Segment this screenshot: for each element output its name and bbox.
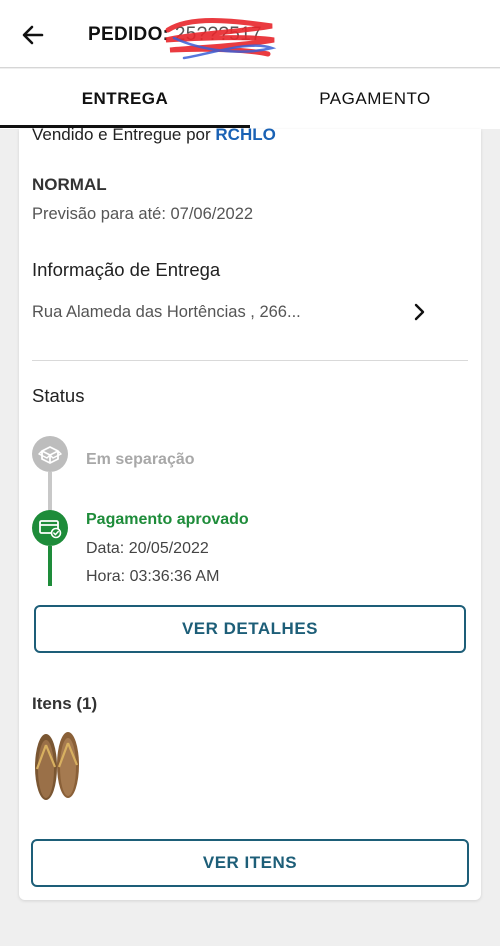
delivery-info-title: Informação de Entrega	[32, 259, 221, 280]
app-bar: PEDIDO: 25???517	[0, 0, 500, 68]
shipping-forecast: Previsão para até: 07/06/2022	[32, 205, 254, 223]
status-step-separation	[32, 436, 68, 472]
status-connector	[48, 472, 52, 512]
flip-flop-sandals-image[interactable]	[27, 729, 87, 804]
box-icon	[38, 446, 62, 464]
redaction-scribble	[165, 18, 277, 60]
delivery-address-row[interactable]: Rua Alameda das Hortências , 266...	[32, 297, 432, 327]
back-button[interactable]	[18, 20, 48, 50]
arrow-left-icon	[22, 25, 44, 45]
chevron-right-icon	[414, 303, 425, 321]
tab-pagamento[interactable]: PAGAMENTO	[250, 69, 500, 129]
status-connector-active	[48, 546, 52, 586]
items-title: Itens (1)	[32, 694, 98, 713]
order-label: PEDIDO:	[88, 24, 170, 45]
sold-by-line: Vendido e Entregue por RCHLO	[32, 125, 276, 145]
view-details-button[interactable]: VER DETALHES	[34, 605, 466, 653]
status-step-label: Em separação	[86, 451, 195, 468]
divider	[32, 360, 468, 361]
tab-entrega[interactable]: ENTREGA	[0, 69, 250, 129]
card-check-icon	[39, 520, 62, 539]
tab-bar: ENTREGA PAGAMENTO	[0, 69, 500, 129]
shipping-type: NORMAL	[32, 175, 107, 194]
seller-name: RCHLO	[215, 125, 276, 144]
status-step-label: Pagamento aprovado	[86, 511, 249, 528]
status-step-date: Data: 20/05/2022	[86, 540, 209, 557]
status-step-time: Hora: 03:36:36 AM	[86, 568, 220, 585]
status-title: Status	[32, 385, 85, 406]
delivery-card: Vendido e Entregue por RCHLO NORMAL Prev…	[19, 125, 481, 900]
view-items-button[interactable]: VER ITENS	[31, 839, 469, 887]
delivery-address: Rua Alameda das Hortências , 266...	[32, 303, 301, 321]
sold-by-prefix: Vendido e Entregue por	[32, 125, 211, 144]
status-step-payment	[32, 510, 68, 546]
